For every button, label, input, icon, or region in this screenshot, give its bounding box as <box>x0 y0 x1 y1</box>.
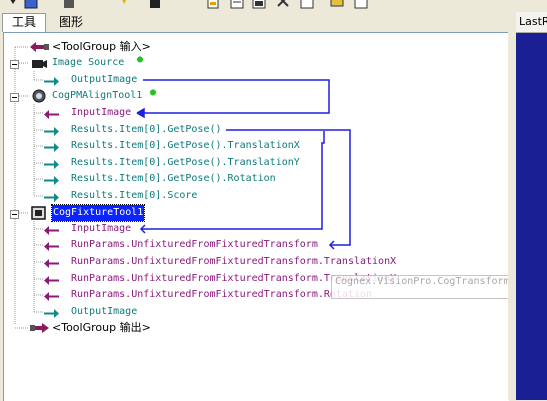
tree-item-label: Results.Item[0].GetPose().Rotation <box>71 173 276 184</box>
open-icon[interactable] <box>230 0 244 9</box>
tab-tools[interactable]: 工具 <box>2 13 46 32</box>
tree-item-label: <ToolGroup 输入> <box>52 40 151 53</box>
input-arrow-icon <box>44 275 60 291</box>
last-run-panel[interactable]: LastRun <box>516 12 547 400</box>
output-arrow-icon <box>44 159 60 175</box>
tree-item-label: Image Source <box>52 57 125 68</box>
fixture-tool-icon <box>30 205 48 227</box>
tree-item-label: RunParams.UnfixturedFromFixturedTransfor… <box>71 239 318 250</box>
edit-icon[interactable] <box>62 0 76 9</box>
tool-tree-panel[interactable]: <ToolGroup 输入> Image Source ● OutputImag… <box>3 32 547 401</box>
expand-collapse-icon[interactable] <box>10 59 19 75</box>
tree-item-label: InputImage <box>71 107 132 118</box>
tree-item-label: Results.Item[0].GetPose().TranslationY <box>71 157 300 168</box>
output-arrow-icon <box>44 175 60 191</box>
input-arrow-icon <box>44 291 60 307</box>
window-icon-2[interactable] <box>354 0 368 9</box>
tree-item-label: InputImage <box>71 223 132 234</box>
tree-item-label: <ToolGroup 输出> <box>52 321 151 334</box>
output-arrow-icon <box>44 126 60 142</box>
expand-collapse-icon[interactable] <box>10 209 19 225</box>
tree-item-label-selected: CogFixtureTool1 <box>50 204 146 222</box>
image-icon[interactable] <box>252 0 266 9</box>
tree-item-label: OutputImage <box>71 306 138 317</box>
tree-item-label: Results.Item[0].GetPose().TranslationX <box>71 140 300 151</box>
last-run-header[interactable]: LastRun <box>516 12 547 33</box>
settings-icon[interactable] <box>330 0 344 9</box>
status-indicator: ● <box>137 54 144 65</box>
tab-graphics[interactable]: 图形 <box>50 14 92 30</box>
toolbox-icon[interactable] <box>24 0 38 9</box>
splitter[interactable] <box>508 12 516 400</box>
run-icon[interactable] <box>6 0 20 9</box>
output-arrow-icon <box>44 142 60 158</box>
input-arrow-icon <box>44 258 60 274</box>
tree-item-label: Results.Item[0].Score <box>71 190 198 201</box>
new-file-icon[interactable] <box>206 0 220 9</box>
group-output-arrow-icon <box>30 322 50 340</box>
tree-item-label: Results.Item[0].GetPose() <box>71 124 222 135</box>
tree-item-label: RunParams.UnfixturedFromFixturedTransfor… <box>71 256 397 267</box>
delete-icon[interactable] <box>276 0 290 9</box>
tree-item-label: CogPMAlignTool1 <box>52 90 143 101</box>
window-icon[interactable] <box>300 0 314 9</box>
camera-icon <box>30 57 48 75</box>
status-indicator: ● <box>150 87 157 98</box>
save-icon[interactable] <box>148 0 162 9</box>
expand-collapse-icon[interactable] <box>10 92 19 108</box>
toolbar <box>0 0 547 12</box>
pmalign-tool-icon <box>30 89 48 109</box>
input-arrow-icon <box>44 109 60 125</box>
tree-item-label: OutputImage <box>71 74 138 85</box>
input-arrow-icon <box>44 241 60 257</box>
lightning-icon[interactable] <box>118 0 132 9</box>
tab-strip: 工具 图形 <box>0 12 510 32</box>
tree-item-label: RunParams.UnfixturedFromFixturedTransfor… <box>71 289 373 300</box>
input-arrow-icon <box>44 225 60 241</box>
